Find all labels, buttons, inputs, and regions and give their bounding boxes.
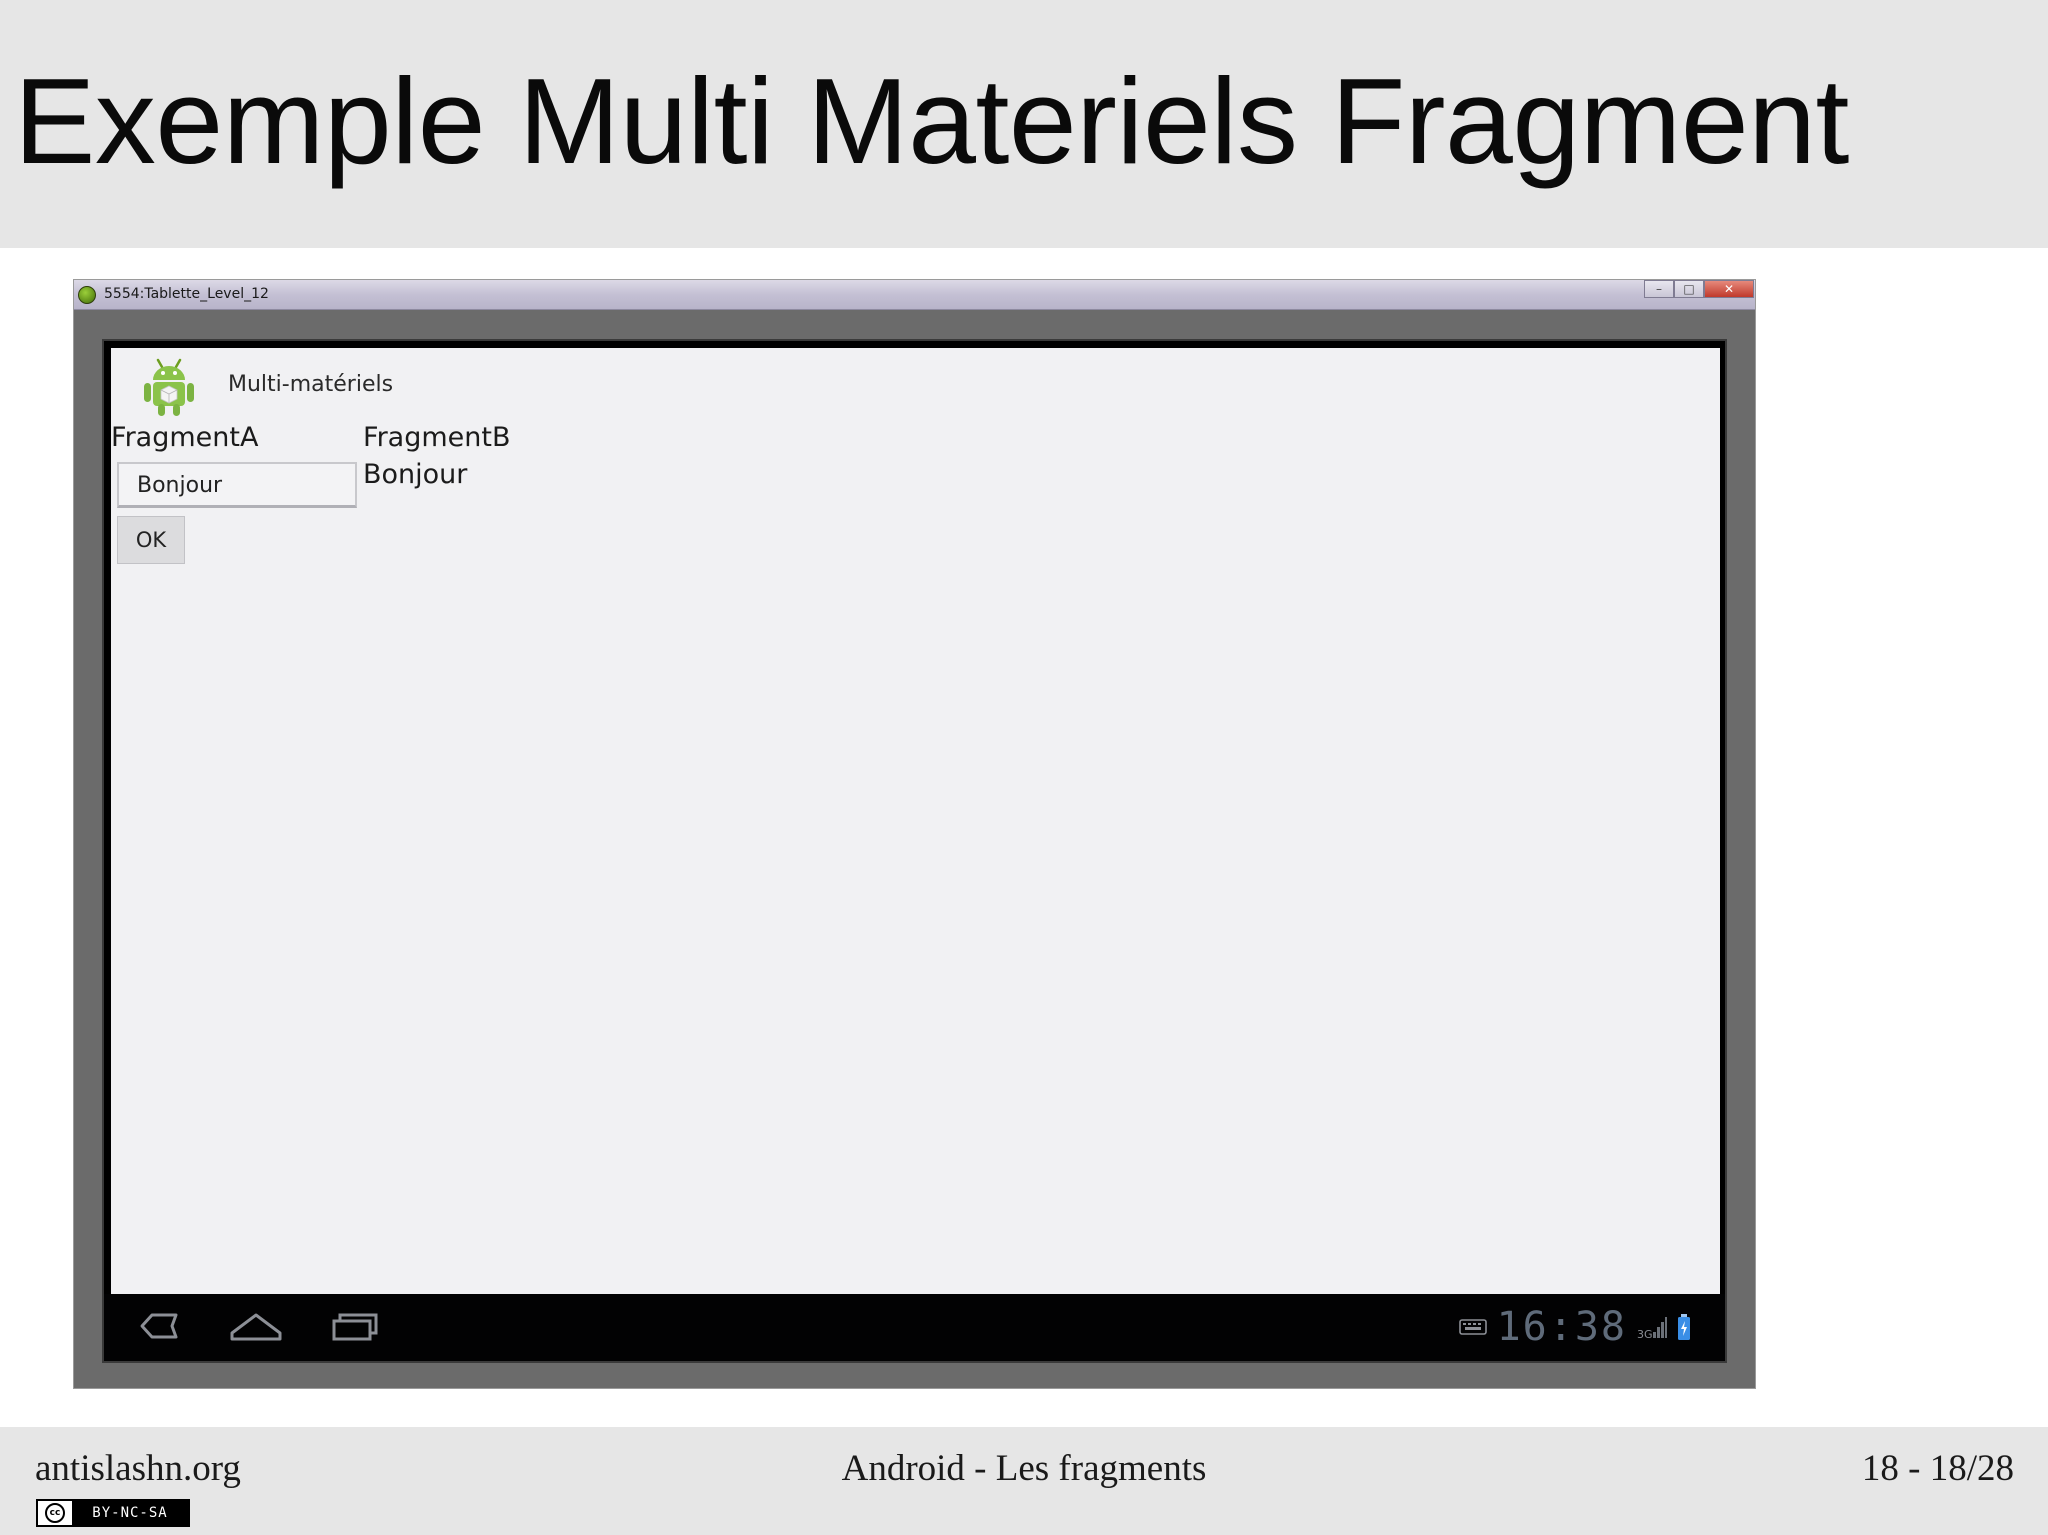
slide-title: Exemple Multi Materiels Fragment <box>14 53 1849 189</box>
minimize-button[interactable]: – <box>1644 280 1674 298</box>
app-action-bar: Multi-matériels <box>111 348 1720 424</box>
footer-band: antislashn.org Android - Les fragments 1… <box>0 1427 2048 1535</box>
emulator-window-title: 5554:Tablette_Level_12 <box>104 286 269 302</box>
fragment-a-label: FragmentA <box>111 422 259 453</box>
window-controls: – □ ✕ <box>1644 280 1754 300</box>
svg-text:3G: 3G <box>1637 1328 1653 1340</box>
fragment-b-label: FragmentB <box>363 422 511 453</box>
emulator-window: 5554:Tablette_Level_12 – □ ✕ Multi-matér… <box>73 279 1756 1389</box>
footer-topic: Android - Les fragments <box>841 1448 1207 1489</box>
clock: 16:38 <box>1496 1304 1627 1350</box>
ok-button[interactable]: OK <box>117 516 185 564</box>
recent-apps-icon[interactable] <box>326 1306 386 1346</box>
tablet-screen: Multi-matériels FragmentA FragmentB Bonj… <box>111 348 1720 1294</box>
fragment-a-input[interactable]: Bonjour <box>117 462 357 508</box>
cc-logo-icon: cc <box>38 1501 72 1525</box>
slide: Exemple Multi Materiels Fragment 5554:Ta… <box>0 0 2048 1535</box>
maximize-button[interactable]: □ <box>1674 280 1704 298</box>
android-emulator-icon <box>78 286 96 304</box>
cc-license-badge[interactable]: cc BY-NC-SA <box>36 1499 190 1527</box>
battery-icon <box>1678 1314 1690 1340</box>
home-icon[interactable] <box>226 1306 286 1346</box>
tablet-bezel: Multi-matériels FragmentA FragmentB Bonj… <box>102 339 1727 1363</box>
keyboard-icon <box>1458 1319 1487 1335</box>
close-button[interactable]: ✕ <box>1704 280 1754 298</box>
cc-logo-text: cc <box>45 1503 65 1523</box>
fragment-b-text: Bonjour <box>363 459 468 490</box>
system-nav-bar: 16:38 3G <box>104 1294 1725 1361</box>
cc-license-text: BY-NC-SA <box>72 1501 188 1525</box>
header-band: Exemple Multi Materiels Fragment <box>0 0 2048 248</box>
footer-page-number: 18 - 18/28 <box>1861 1448 2014 1489</box>
back-icon[interactable] <box>128 1306 188 1346</box>
emulator-titlebar[interactable]: 5554:Tablette_Level_12 – □ ✕ <box>74 280 1755 310</box>
signal-3g-icon: 3G <box>1637 1317 1667 1340</box>
android-robot-icon[interactable] <box>142 356 196 418</box>
app-title: Multi-matériels <box>228 372 394 397</box>
status-area[interactable]: 16:38 3G <box>1458 1302 1691 1352</box>
